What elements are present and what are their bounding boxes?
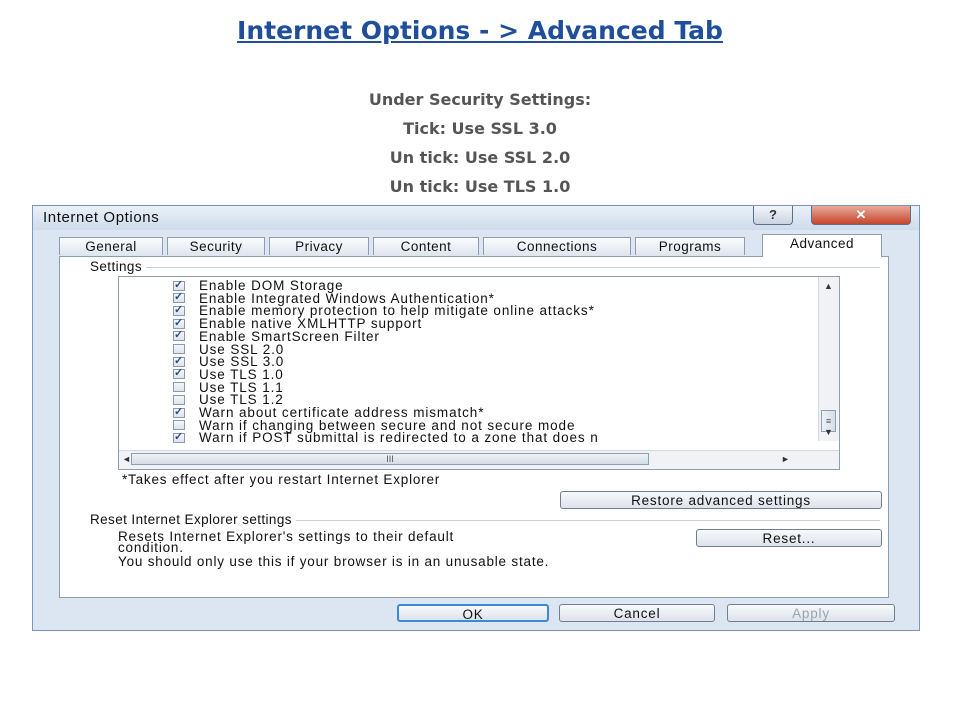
reset-button[interactable]: Reset...	[696, 529, 882, 547]
instruction-heading: Under Security Settings:	[368, 90, 592, 109]
tab-advanced[interactable]: Advanced	[762, 234, 882, 257]
checkbox-unchecked[interactable]	[173, 344, 185, 354]
ok-button[interactable]: OK	[397, 604, 549, 622]
cancel-button[interactable]: Cancel	[559, 604, 715, 622]
scroll-up-arrow-icon[interactable]: ▲	[824, 281, 833, 291]
instruction-untick-tls1: Un tick: Use TLS 1.0	[389, 177, 571, 196]
instruction-untick-ssl2: Un tick: Use SSL 2.0	[389, 148, 571, 167]
slide-title: Internet Options - > Advanced Tab	[237, 16, 723, 45]
checkbox-checked[interactable]	[173, 405, 185, 418]
settings-item[interactable]: Warn if POST submittal is redirected to …	[173, 430, 599, 446]
advanced-tab-panel: Settings Enable DOM StorageEnable Integr…	[59, 256, 889, 598]
horizontal-scroll-thumb[interactable]: III	[131, 453, 649, 465]
vertical-scrollbar[interactable]: ▲ ≡ ▼	[818, 277, 839, 441]
settings-group-line	[90, 267, 880, 268]
reset-group-label: Reset Internet Explorer settings	[90, 512, 296, 527]
reset-warning: You should only use this if your browser…	[118, 554, 550, 569]
settings-item-label: Warn if POST submittal is redirected to …	[199, 430, 599, 446]
tab-programs[interactable]: Programs	[635, 237, 745, 255]
tab-general[interactable]: General	[59, 237, 163, 255]
tab-connections[interactable]: Connections	[483, 237, 631, 255]
tab-security[interactable]: Security	[167, 237, 265, 255]
checkbox-unchecked[interactable]	[173, 394, 185, 405]
tab-content[interactable]: Content	[373, 237, 479, 255]
checkbox-checked[interactable]	[173, 278, 185, 291]
internet-options-dialog: Internet Options ? ✕ General Security Pr…	[32, 205, 920, 631]
checkbox-unchecked[interactable]	[173, 420, 185, 431]
scroll-right-arrow-icon[interactable]: ►	[781, 454, 790, 464]
checkbox-checked[interactable]	[173, 430, 185, 443]
checkbox-unchecked[interactable]	[173, 382, 185, 393]
instruction-tick-ssl3: Tick: Use SSL 3.0	[403, 119, 557, 138]
dialog-title: Internet Options	[43, 209, 160, 226]
apply-button[interactable]: Apply	[727, 604, 895, 622]
checkbox-checked[interactable]	[173, 366, 185, 380]
help-button[interactable]: ?	[753, 206, 793, 225]
scroll-down-arrow-icon[interactable]: ▼	[824, 427, 833, 437]
checkbox-checked[interactable]	[173, 316, 185, 329]
restart-note: *Takes effect after you restart Internet…	[122, 472, 441, 487]
checkbox-checked[interactable]	[173, 303, 185, 316]
settings-list[interactable]: Enable DOM StorageEnable Integrated Wind…	[118, 276, 840, 470]
tab-privacy[interactable]: Privacy	[269, 237, 369, 255]
close-button[interactable]: ✕	[811, 206, 911, 225]
checkbox-checked[interactable]	[173, 328, 185, 342]
checkbox-checked[interactable]	[173, 290, 185, 304]
dialog-titlebar: Internet Options ? ✕	[33, 206, 919, 230]
restore-advanced-settings-button[interactable]: Restore advanced settings	[560, 491, 882, 509]
settings-group-label: Settings	[90, 259, 146, 274]
checkbox-checked[interactable]	[173, 354, 185, 367]
scroll-left-arrow-icon[interactable]: ◄	[122, 454, 131, 464]
horizontal-scrollbar[interactable]: ◄ III ►	[119, 450, 839, 469]
reset-description-line2: condition.	[118, 540, 184, 555]
